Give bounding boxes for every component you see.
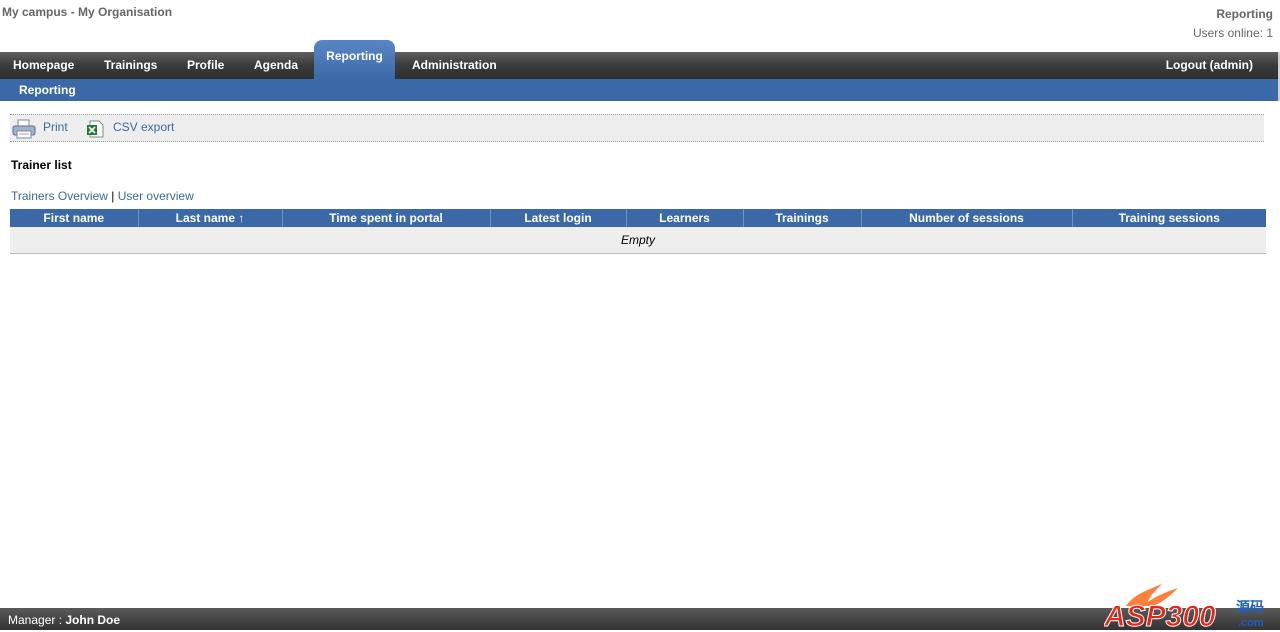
view-links: Trainers Overview | User overview <box>11 189 194 203</box>
column-header-latest-login[interactable]: Latest login <box>490 209 627 227</box>
nav-item-administration[interactable]: Administration <box>412 52 497 79</box>
print-label: Print <box>43 120 68 134</box>
footer-bar: Manager : John Doe <box>0 608 1280 630</box>
link-separator: | <box>111 189 115 203</box>
csv-export-label: CSV export <box>113 120 175 134</box>
print-button[interactable]: Print <box>12 115 76 141</box>
asp300-watermark-logo: ASP300 源码 .com <box>1104 584 1264 630</box>
page-title: Trainer list <box>11 158 72 172</box>
logout-link[interactable]: Logout (admin) <box>1166 52 1253 79</box>
users-online-count: Users online: 1 <box>1192 26 1273 40</box>
column-header-last-name[interactable]: Last name ↑ <box>138 209 283 227</box>
user-overview-link[interactable]: User overview <box>118 189 194 203</box>
manager-label: Manager : <box>8 613 63 627</box>
trainer-table: First name Last name ↑ Time spent in por… <box>10 209 1266 254</box>
nav-item-homepage[interactable]: Homepage <box>13 52 74 79</box>
site-title: My campus - My Organisation <box>2 5 173 19</box>
nav-item-reporting[interactable]: Reporting <box>314 40 395 79</box>
watermark-domain-text: .com <box>1238 617 1264 629</box>
column-header-first-name[interactable]: First name <box>10 209 139 227</box>
table-header-row: First name Last name ↑ Time spent in por… <box>10 209 1266 227</box>
sub-nav: Reporting <box>0 79 1280 101</box>
column-header-trainings[interactable]: Trainings <box>743 209 862 227</box>
excel-icon <box>87 120 104 138</box>
printer-icon <box>12 119 36 139</box>
column-header-number-of-sessions[interactable]: Number of sessions <box>861 209 1073 227</box>
table-row: Empty <box>10 227 1266 254</box>
current-section-label: Reporting <box>1216 7 1273 21</box>
footer-manager: Manager : John Doe <box>8 608 120 632</box>
watermark-text: ASP300 <box>1104 600 1216 630</box>
csv-export-button[interactable]: CSV export <box>86 115 186 141</box>
empty-table-message: Empty <box>10 227 1266 254</box>
manager-name: John Doe <box>65 613 121 627</box>
column-header-training-sessions[interactable]: Training sessions <box>1072 209 1266 227</box>
nav-item-trainings[interactable]: Trainings <box>104 52 157 79</box>
subnav-item-reporting[interactable]: Reporting <box>19 79 76 101</box>
nav-item-profile[interactable]: Profile <box>187 52 224 79</box>
main-nav: Homepage Trainings Profile Agenda Admini… <box>0 52 1280 79</box>
column-header-learners[interactable]: Learners <box>626 209 744 227</box>
nav-item-agenda[interactable]: Agenda <box>254 52 298 79</box>
column-header-time-spent[interactable]: Time spent in portal <box>282 209 491 227</box>
watermark-cn-text: 源码 <box>1236 599 1264 616</box>
trainers-overview-link[interactable]: Trainers Overview <box>11 189 108 203</box>
action-toolbar: Print CSV export <box>10 114 1264 142</box>
header-info: Reporting Users online: 1 <box>1193 5 1273 43</box>
